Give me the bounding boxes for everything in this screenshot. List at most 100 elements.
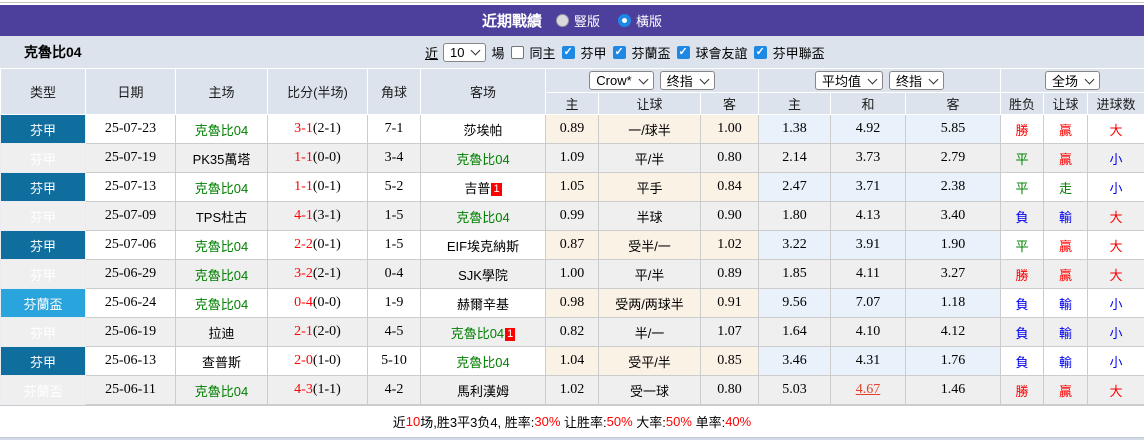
league-filter-checkbox-3[interactable]	[677, 46, 690, 59]
corner-cell: 3-4	[368, 144, 421, 173]
result-handicap: 輸	[1044, 318, 1088, 347]
handicap-home-odds: 0.89	[546, 115, 599, 144]
score-cell: 1-1(0-0)	[268, 144, 368, 173]
avg-select[interactable]: 平均值	[815, 71, 883, 90]
league-filter-label-1: 芬甲	[581, 43, 607, 62]
home-team[interactable]: TPS杜古	[176, 202, 268, 231]
away-team[interactable]: 克魯比04	[421, 202, 546, 231]
radio-vertical-layout[interactable]: 豎版	[556, 11, 600, 30]
away-team[interactable]: 赫爾辛基	[421, 289, 546, 318]
avg-home-odds: 2.14	[759, 144, 831, 173]
score-cell: 4-1(3-1)	[268, 202, 368, 231]
away-team[interactable]: 克魯比041	[421, 318, 546, 347]
home-team[interactable]: 查普斯	[176, 347, 268, 376]
result-handicap: 贏	[1044, 260, 1088, 289]
away-team[interactable]: 克魯比04	[421, 347, 546, 376]
home-team[interactable]: 克魯比04	[176, 289, 268, 318]
home-team[interactable]: 拉迪	[176, 318, 268, 347]
handicap-line: 受一球	[599, 376, 701, 405]
near-link[interactable]: 近	[425, 43, 438, 62]
avg-home-odds: 5.03	[759, 376, 831, 405]
summary-bar: 近10场,胜3平3负4, 胜率:30% 让胜率:50% 大率:50% 单率:40…	[0, 405, 1144, 437]
away-team[interactable]: 吉普1	[421, 173, 546, 202]
header-score: 比分(半场)	[268, 69, 368, 115]
avg-home-odds: 1.80	[759, 202, 831, 231]
score-cell: 1-1(0-1)	[268, 173, 368, 202]
avg-time-select[interactable]: 终指	[889, 71, 944, 90]
avg-home-odds: 9.56	[759, 289, 831, 318]
summary-text: 单率:	[692, 412, 725, 431]
away-team[interactable]: 克魯比04	[421, 144, 546, 173]
home-team[interactable]: 克魯比04	[176, 115, 268, 144]
subheader-avg-away: 客	[906, 93, 1001, 115]
radio-checked-icon[interactable]	[618, 14, 631, 27]
home-team[interactable]: PK35萬塔	[176, 144, 268, 173]
score-cell: 3-2(2-1)	[268, 260, 368, 289]
home-team[interactable]: 克魯比04	[176, 231, 268, 260]
summary-text: 近	[393, 412, 406, 431]
league-filter-checkbox-1[interactable]	[562, 46, 575, 59]
chevron-down-icon	[471, 46, 481, 56]
radio-unchecked-icon[interactable]	[556, 14, 569, 27]
summary-win-rate: 30%	[534, 414, 560, 429]
summary-text: 场,胜3平3负4, 胜率:	[420, 412, 534, 431]
match-date: 25-07-06	[86, 231, 176, 260]
subheader-odds-away: 客	[701, 93, 759, 115]
score-cell: 2-1(2-0)	[268, 318, 368, 347]
away-team[interactable]: 莎埃帕	[421, 115, 546, 144]
period-select[interactable]: 全场	[1045, 71, 1100, 90]
home-team[interactable]: 克魯比04	[176, 173, 268, 202]
league-type-cell: 芬蘭盃	[1, 289, 86, 318]
avg-draw-odds: 7.07	[831, 289, 906, 318]
away-team[interactable]: EIF埃克納斯	[421, 231, 546, 260]
handicap-away-odds: 0.80	[701, 144, 759, 173]
away-team[interactable]: 馬利漢姆	[421, 376, 546, 405]
avg-draw-odds: 3.73	[831, 144, 906, 173]
league-type-cell: 芬甲	[1, 173, 86, 202]
handicap-away-odds: 0.90	[701, 202, 759, 231]
title-bar: 近期戰績 豎版 橫版	[0, 5, 1144, 36]
avg-away-odds: 2.38	[906, 173, 1001, 202]
table-row: 芬甲 25-07-19 PK35萬塔 1-1(0-0) 3-4 克魯比04 1.…	[1, 144, 1144, 173]
handicap-line: 平/半	[599, 144, 701, 173]
result-wdl: 勝	[1001, 376, 1044, 405]
avg-home-odds: 3.46	[759, 347, 831, 376]
table-row: 芬甲 25-06-13 查普斯 2-0(1-0) 5-10 克魯比04 1.04…	[1, 347, 1144, 376]
corner-cell: 4-5	[368, 318, 421, 347]
avg-home-odds: 1.85	[759, 260, 831, 289]
table-row: 芬蘭盃 25-06-24 克魯比04 0-4(0-0) 1-9 赫爾辛基 0.9…	[1, 289, 1144, 318]
avg-draw-odds: 4.13	[831, 202, 906, 231]
result-goals: 大	[1088, 115, 1144, 144]
same-home-checkbox[interactable]	[511, 46, 524, 59]
match-count-select[interactable]: 10	[443, 43, 486, 62]
avg-away-odds: 3.27	[906, 260, 1001, 289]
corner-cell: 1-5	[368, 202, 421, 231]
result-wdl: 勝	[1001, 260, 1044, 289]
avg-draw-odds: 4.10	[831, 318, 906, 347]
handicap-line: 平手	[599, 173, 701, 202]
league-filter-checkbox-2[interactable]	[613, 46, 626, 59]
table-row: 芬甲 25-06-29 克魯比04 3-2(2-1) 0-4 SJK學院 1.0…	[1, 260, 1144, 289]
home-team[interactable]: 克魯比04	[176, 260, 268, 289]
league-filter-label-3: 球會友誼	[696, 43, 748, 62]
home-team[interactable]: 克魯比04	[176, 376, 268, 405]
chevron-down-icon	[1085, 74, 1095, 84]
odds-time-select[interactable]: 终指	[660, 71, 715, 90]
handicap-line: 受平/半	[599, 347, 701, 376]
handicap-home-odds: 0.99	[546, 202, 599, 231]
avg-draw-odds: 4.67	[831, 376, 906, 405]
radio-horizontal-layout[interactable]: 橫版	[618, 11, 662, 30]
bookmaker-select[interactable]: Crow*	[589, 71, 653, 90]
league-filter-checkbox-4[interactable]	[754, 46, 767, 59]
summary-count: 10	[406, 414, 420, 429]
header-type: 类型	[1, 69, 86, 115]
handicap-line: 受两/两球半	[599, 289, 701, 318]
avg-draw-odds: 3.91	[831, 231, 906, 260]
avg-away-odds: 5.85	[906, 115, 1001, 144]
subheader-result-goals: 进球数	[1088, 93, 1144, 115]
handicap-away-odds: 0.84	[701, 173, 759, 202]
handicap-home-odds: 1.04	[546, 347, 599, 376]
match-date: 25-06-11	[86, 376, 176, 405]
league-type-cell: 芬甲	[1, 202, 86, 231]
away-team[interactable]: SJK學院	[421, 260, 546, 289]
